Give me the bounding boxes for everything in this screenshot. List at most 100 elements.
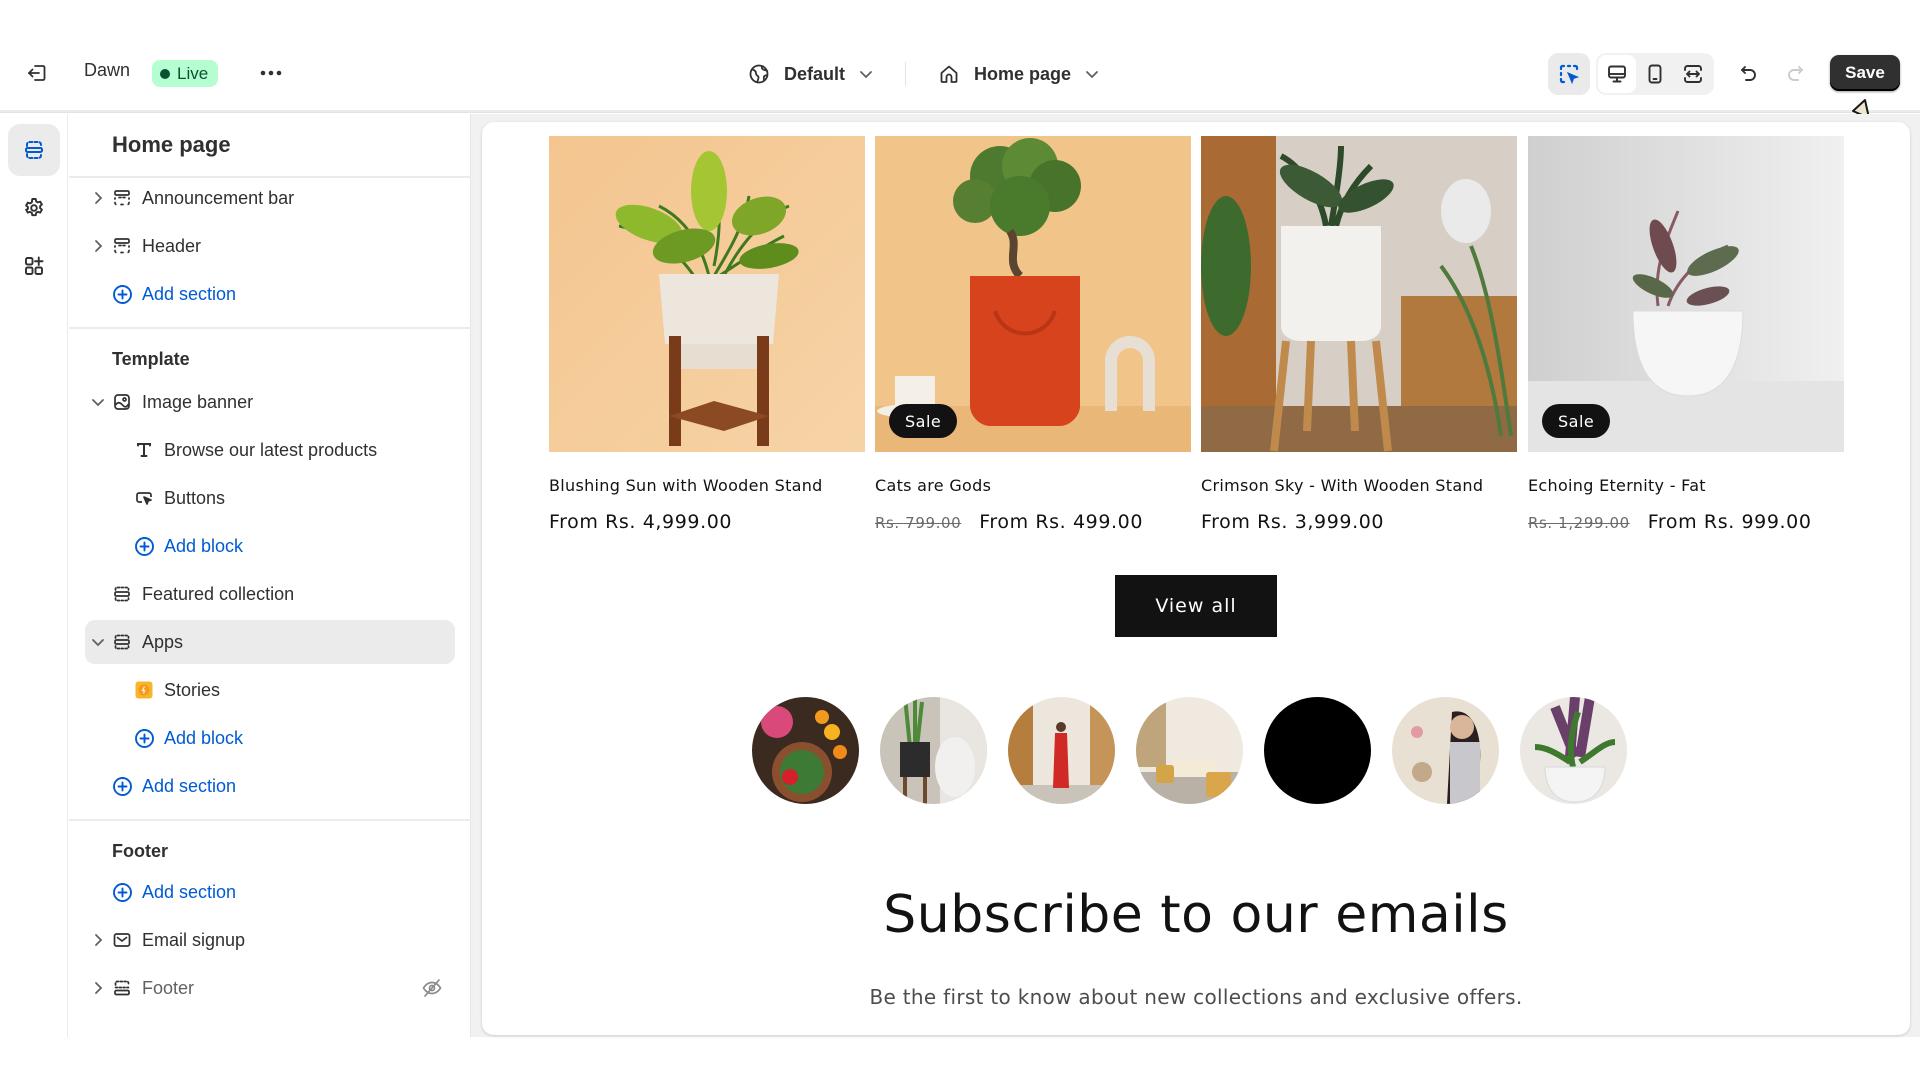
- left-rail: [0, 114, 68, 1037]
- add-section-template-button[interactable]: Add section: [85, 764, 455, 808]
- more-horizontal-icon: [260, 70, 282, 76]
- product-card[interactable]: Blushing Sun with Wooden Stand From Rs. …: [549, 136, 865, 533]
- sale-price: From Rs. 999.00: [1647, 511, 1812, 533]
- story-thumbnail[interactable]: [752, 697, 859, 804]
- undo-button[interactable]: [1728, 53, 1770, 95]
- add-section-footer-button[interactable]: Add section: [85, 870, 455, 914]
- section-footer[interactable]: Footer: [85, 966, 455, 1010]
- subscribe-heading: Subscribe to our emails: [883, 885, 1509, 945]
- plus-circle-icon: [133, 727, 155, 749]
- divider: [69, 819, 471, 821]
- block-label: Browse our latest products: [164, 439, 378, 460]
- product-title[interactable]: Cats are Gods: [875, 476, 1191, 495]
- rail-app-embeds-button[interactable]: [8, 240, 60, 292]
- redo-button[interactable]: [1774, 53, 1816, 95]
- product-image[interactable]: Sale: [1528, 136, 1844, 452]
- select-cursor-icon: [1559, 64, 1580, 85]
- sale-price: From Rs. 499.00: [979, 511, 1144, 533]
- section-announcement-bar[interactable]: Announcement bar: [85, 176, 455, 220]
- product-card[interactable]: Crimson Sky - With Wooden Stand From Rs.…: [1201, 136, 1517, 533]
- sections-icon: [25, 141, 43, 159]
- live-status-badge: Live: [152, 60, 219, 87]
- section-label: Header: [142, 235, 202, 256]
- sale-price: From Rs. 4,999.00: [549, 511, 733, 533]
- product-title[interactable]: Echoing Eternity - Fat: [1528, 476, 1844, 495]
- section-apps[interactable]: Apps: [85, 620, 455, 664]
- product-image[interactable]: [1201, 136, 1517, 452]
- product-card[interactable]: Sale Echoing Eternity - Fat Rs. 1,299.00…: [1528, 136, 1844, 533]
- chevron-down-icon[interactable]: [85, 397, 111, 407]
- product-price: From Rs. 4,999.00: [549, 511, 865, 533]
- rail-theme-settings-button[interactable]: [8, 182, 60, 234]
- editor-topbar: Dawn Live Default Home page Save: [0, 0, 1920, 112]
- block-label: Buttons: [164, 487, 226, 508]
- globe-icon: [749, 64, 769, 84]
- hidden-eye-off-icon[interactable]: [421, 977, 443, 1004]
- device-toggle-group: [1596, 53, 1714, 95]
- text-icon: [133, 439, 155, 461]
- desktop-view-button[interactable]: [1598, 55, 1636, 93]
- history-controls: [1728, 53, 1816, 95]
- block-stories[interactable]: Stories: [85, 668, 455, 712]
- market-selector[interactable]: Default: [738, 56, 883, 92]
- compare-at-price: Rs. 799.00: [875, 514, 962, 532]
- add-section-label: Add section: [142, 775, 237, 796]
- product-price: Rs. 1,299.00 From Rs. 999.00: [1528, 511, 1844, 533]
- story-thumbnail[interactable]: [1392, 697, 1499, 804]
- more-actions-button[interactable]: [256, 58, 286, 88]
- product-title[interactable]: Blushing Sun with Wooden Stand: [549, 476, 865, 495]
- section-icon: [111, 187, 133, 209]
- story-thumbnail[interactable]: [1264, 697, 1371, 804]
- section-email-signup[interactable]: Email signup: [85, 918, 455, 962]
- market-selector-label: Default: [784, 63, 846, 84]
- inspector-toggle[interactable]: [1548, 53, 1590, 95]
- product-image[interactable]: [549, 136, 865, 452]
- view-all-button[interactable]: View all: [1115, 575, 1277, 637]
- add-block-image-banner-button[interactable]: Add block: [85, 524, 455, 568]
- mobile-view-button[interactable]: [1636, 55, 1674, 93]
- add-section-label: Add section: [142, 283, 237, 304]
- add-block-label: Add block: [164, 535, 244, 556]
- block-browse-heading[interactable]: Browse our latest products: [85, 428, 455, 472]
- block-buttons[interactable]: Buttons: [85, 476, 455, 520]
- section-featured-collection[interactable]: Featured collection: [85, 572, 455, 616]
- plus-circle-icon: [111, 283, 133, 305]
- live-status-label: Live: [177, 63, 209, 83]
- add-section-header-button[interactable]: Add section: [85, 272, 455, 316]
- section-icon: [111, 583, 133, 605]
- rail-sections-button[interactable]: [8, 124, 60, 176]
- chevron-right-icon[interactable]: [85, 191, 111, 205]
- chevron-right-icon[interactable]: [85, 981, 111, 995]
- undo-icon: [1741, 66, 1756, 81]
- story-thumbnail[interactable]: [880, 697, 987, 804]
- save-button[interactable]: Save: [1830, 55, 1900, 91]
- story-thumbnail[interactable]: [1008, 697, 1115, 804]
- sections-sidebar: Home page Announcement bar Header Add se…: [69, 114, 471, 1037]
- full-width-view-button[interactable]: [1674, 55, 1712, 93]
- mobile-icon: [1648, 64, 1662, 84]
- sidebar-title: Home page: [112, 132, 231, 157]
- section-image-banner[interactable]: Image banner: [85, 380, 455, 424]
- page-selector[interactable]: Home page: [928, 56, 1109, 92]
- stories-app-icon: [133, 679, 155, 701]
- chevron-right-icon[interactable]: [85, 933, 111, 947]
- exit-icon: [28, 65, 46, 81]
- section-label: Featured collection: [142, 583, 295, 604]
- chevron-right-icon[interactable]: [85, 239, 111, 253]
- add-block-apps-button[interactable]: Add block: [85, 716, 455, 760]
- exit-button[interactable]: [22, 58, 52, 88]
- story-thumbnail[interactable]: [1520, 697, 1627, 804]
- expand-horizontal-icon: [1684, 65, 1702, 83]
- divider: [69, 327, 471, 329]
- chevron-down-icon[interactable]: [85, 637, 111, 647]
- section-icon: [111, 235, 133, 257]
- live-dot-icon: [160, 68, 170, 79]
- product-image[interactable]: Sale: [875, 136, 1191, 452]
- section-header[interactable]: Header: [85, 224, 455, 268]
- product-price: Rs. 799.00 From Rs. 499.00: [875, 511, 1191, 533]
- section-label: Image banner: [142, 391, 254, 412]
- product-price: From Rs. 3,999.00: [1201, 511, 1517, 533]
- product-card[interactable]: Sale Cats are Gods Rs. 799.00 From Rs. 4…: [875, 136, 1191, 533]
- product-title[interactable]: Crimson Sky - With Wooden Stand: [1201, 476, 1517, 495]
- story-thumbnail[interactable]: [1136, 697, 1243, 804]
